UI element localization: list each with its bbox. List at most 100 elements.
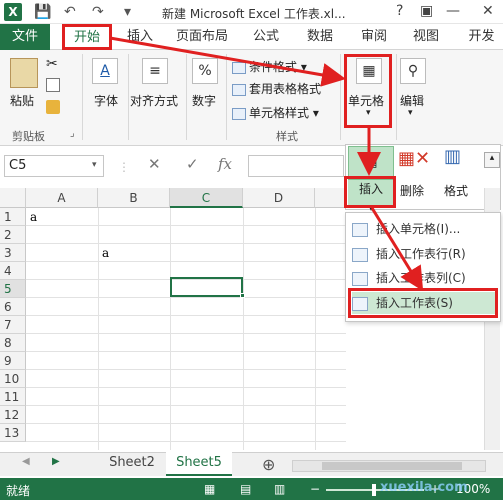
cell-a1[interactable]: a <box>30 210 37 224</box>
menu-item-insert-columns[interactable]: 插入工作表列(C) <box>352 267 498 289</box>
gridline <box>26 297 346 298</box>
ribbon-separator <box>396 54 397 140</box>
copy-icon[interactable] <box>46 78 60 92</box>
zoom-slider-thumb[interactable] <box>372 484 376 496</box>
gridline <box>26 225 346 226</box>
format-painter-icon[interactable] <box>46 100 60 114</box>
insert-rows-icon <box>352 247 368 262</box>
row-header-selected[interactable]: 5 <box>0 280 26 298</box>
sheet-tab-sheet2[interactable]: Sheet2 <box>100 452 164 476</box>
name-box-dropdown-icon[interactable]: ▾ <box>92 160 97 170</box>
paste-icon[interactable] <box>10 58 38 88</box>
insert-function-icon[interactable]: fx <box>218 155 232 177</box>
normal-view-icon[interactable]: ▦ <box>204 482 215 496</box>
font-button[interactable]: 字体 <box>94 92 118 109</box>
delete-cells-icon[interactable]: ▦✕ <box>398 148 430 169</box>
format-cells-icon[interactable]: ▥ <box>444 146 461 167</box>
cut-icon[interactable]: ✂ <box>46 56 58 72</box>
row-header[interactable]: 6 <box>0 298 26 316</box>
insert-cells-icon[interactable]: ▤ <box>348 146 394 180</box>
close-button[interactable]: ✕ <box>482 3 494 19</box>
page-layout-view-icon[interactable]: ▤ <box>240 482 251 496</box>
edit-button[interactable]: 编辑 <box>400 92 424 109</box>
styles-group-label: 样式 <box>276 130 298 143</box>
row-header[interactable]: 7 <box>0 316 26 334</box>
gridline <box>170 208 171 450</box>
paste-button[interactable]: 粘贴 <box>10 92 34 109</box>
row-header[interactable]: 13 <box>0 424 26 442</box>
cell-b3[interactable]: a <box>102 246 109 260</box>
minimize-button[interactable]: — <box>446 3 460 19</box>
gridline <box>98 208 99 450</box>
restore-ribbon-button[interactable]: ▣ <box>420 3 433 19</box>
gridline <box>26 405 346 406</box>
next-sheet-icon[interactable]: ▶ <box>52 456 60 467</box>
binoculars-icon[interactable]: ⚲ <box>400 58 426 84</box>
menu-label: 插入单元格(I)... <box>376 222 461 236</box>
column-header-b[interactable]: B <box>98 188 170 208</box>
row-header[interactable]: 9 <box>0 352 26 370</box>
save-icon[interactable]: 💾 <box>34 4 51 20</box>
cell-styles-label: 单元格样式 <box>249 106 310 120</box>
gridline <box>26 315 346 316</box>
menu-item-insert-rows[interactable]: 插入工作表行(R) <box>352 243 498 265</box>
name-box[interactable]: C5 <box>4 155 104 177</box>
formula-input[interactable] <box>248 155 344 177</box>
menu-item-insert-cells[interactable]: 插入单元格(I)... <box>352 218 498 240</box>
edit-dropdown-icon[interactable]: ▾ <box>408 108 413 118</box>
gridline <box>26 423 346 424</box>
number-button[interactable]: 数字 <box>192 92 216 109</box>
add-sheet-button[interactable]: ⊕ <box>262 455 275 474</box>
conditional-format-button[interactable]: 条件格式 ▾ <box>232 58 307 75</box>
select-all-corner[interactable] <box>0 188 26 208</box>
format-button[interactable]: 格式 <box>444 182 468 199</box>
tab-page-layout[interactable]: 页面布局 <box>170 24 234 50</box>
tab-developer[interactable]: 开发 <box>460 24 503 50</box>
active-cell-c5[interactable] <box>170 277 243 297</box>
tab-insert[interactable]: 插入 <box>118 24 162 50</box>
tab-data[interactable]: 数据 <box>298 24 342 50</box>
alignment-button[interactable]: 对齐方式 <box>130 92 178 109</box>
column-header-d[interactable]: D <box>243 188 315 208</box>
column-header-a[interactable]: A <box>26 188 98 208</box>
sheet-tab-sheet5[interactable]: Sheet5 <box>166 452 232 476</box>
fill-handle[interactable] <box>240 293 245 298</box>
prev-sheet-icon[interactable]: ◀ <box>22 456 30 467</box>
delete-button[interactable]: 删除 <box>400 182 424 199</box>
ribbon-separator <box>186 54 187 140</box>
tab-review[interactable]: 审阅 <box>352 24 396 50</box>
alignment-icon[interactable]: ≡ <box>142 58 168 84</box>
dialog-launcher-icon[interactable]: ⌟ <box>70 128 75 139</box>
worksheet-grid[interactable] <box>0 188 346 450</box>
help-button[interactable]: ? <box>396 3 403 19</box>
customize-qat-icon[interactable]: ▾ <box>124 4 131 20</box>
tab-view[interactable]: 视图 <box>404 24 448 50</box>
undo-icon[interactable]: ↶ <box>64 4 76 20</box>
cancel-icon[interactable]: ✕ <box>148 155 161 177</box>
row-header[interactable]: 10 <box>0 370 26 388</box>
row-header[interactable]: 4 <box>0 262 26 280</box>
row-header[interactable]: 1 <box>0 208 26 226</box>
percent-icon[interactable]: % <box>192 58 218 84</box>
page-break-view-icon[interactable]: ▥ <box>274 482 285 496</box>
horizontal-scroll-thumb[interactable] <box>322 462 462 470</box>
window-title: 新建 Microsoft Excel 工作表.xl... <box>162 7 346 21</box>
row-header[interactable]: 12 <box>0 406 26 424</box>
ribbon-collapse-icon[interactable]: ▴ <box>484 152 500 168</box>
menu-label: 插入工作表行(R) <box>376 247 466 261</box>
format-as-table-button[interactable]: 套用表格格式 <box>232 80 321 97</box>
tab-formulas[interactable]: 公式 <box>244 24 288 50</box>
row-header[interactable]: 8 <box>0 334 26 352</box>
enter-icon[interactable]: ✓ <box>186 155 199 177</box>
row-header[interactable]: 3 <box>0 244 26 262</box>
gridline <box>26 387 346 388</box>
column-header-e[interactable] <box>315 188 346 208</box>
redo-icon[interactable]: ↷ <box>92 4 104 20</box>
cell-styles-button[interactable]: 单元格样式 ▾ <box>232 104 319 121</box>
zoom-out-icon[interactable]: − <box>310 482 320 496</box>
tab-file[interactable]: 文件 <box>0 24 50 50</box>
row-header[interactable]: 11 <box>0 388 26 406</box>
column-header-c[interactable]: C <box>170 188 243 208</box>
row-header[interactable]: 2 <box>0 226 26 244</box>
font-icon[interactable]: A <box>92 58 118 84</box>
